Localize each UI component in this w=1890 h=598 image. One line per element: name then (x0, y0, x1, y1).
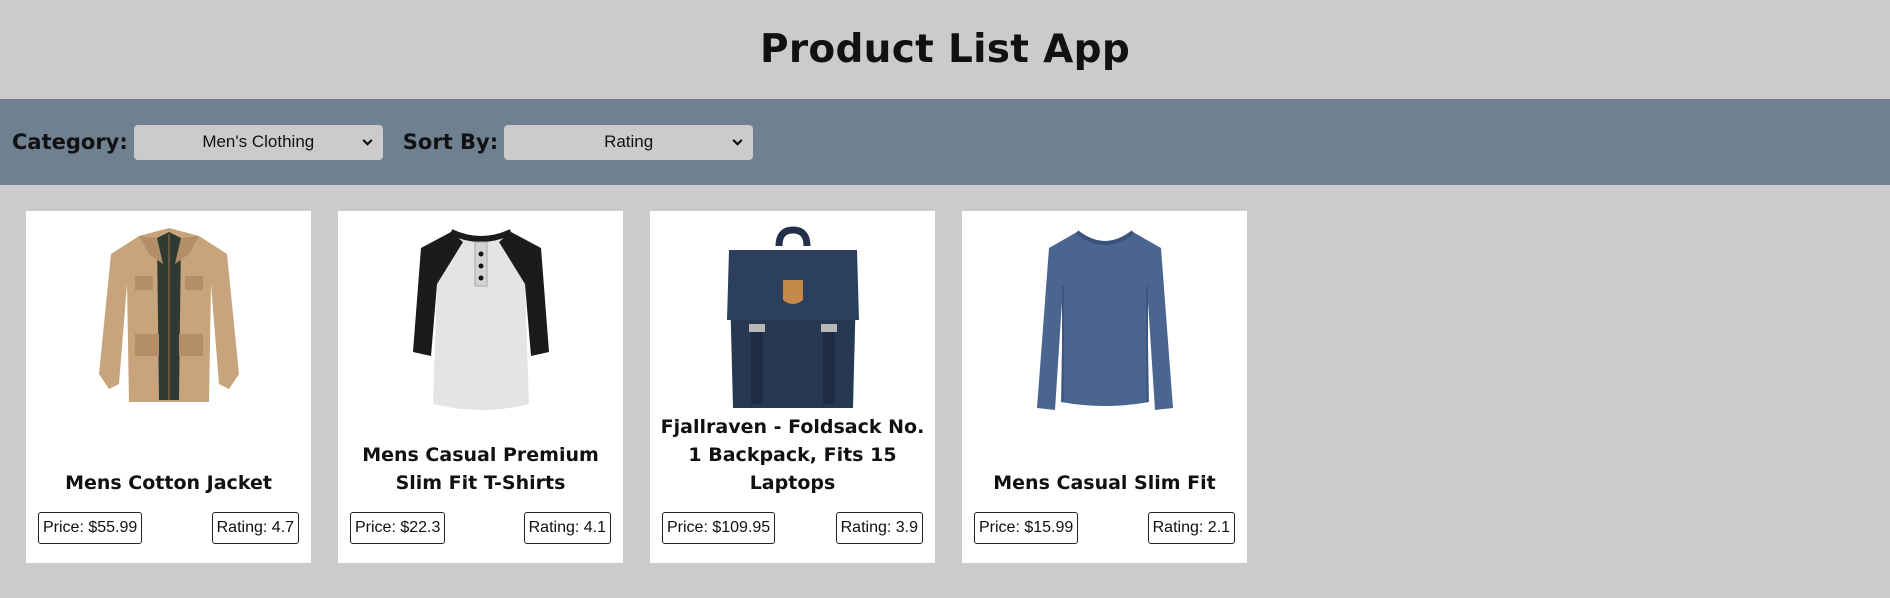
product-rating: Rating: 4.1 (523, 512, 611, 544)
product-title[interactable]: Mens Casual Slim Fit (972, 441, 1237, 497)
product-card[interactable]: Mens Cotton Jacket Price: $55.99 Rating:… (26, 211, 311, 563)
jacket-image (98, 227, 239, 402)
category-select-value: Men's Clothing (202, 132, 315, 151)
product-title[interactable]: Mens Cotton Jacket (36, 441, 301, 497)
page-title: Product List App (759, 27, 1131, 72)
product-card[interactable]: Mens Casual Premium Slim Fit T-Shirts Pr… (338, 211, 623, 563)
long-sleeve-shirt-image (1036, 229, 1173, 410)
product-card[interactable]: Mens Casual Slim Fit Price: $15.99 Ratin… (962, 211, 1247, 563)
product-price: Price: $109.95 (662, 512, 776, 544)
product-price: Price: $15.99 (974, 512, 1079, 544)
product-grid: Mens Cotton Jacket Price: $55.99 Rating:… (0, 185, 1890, 563)
category-select[interactable]: Men's Clothing (133, 124, 383, 160)
product-price: Price: $22.3 (350, 512, 446, 544)
raglan-tshirt-image (412, 228, 549, 410)
product-image (650, 221, 935, 416)
chevron-down-icon (362, 139, 373, 146)
product-rating: Rating: 3.9 (835, 512, 923, 544)
product-title[interactable]: Mens Casual Premium Slim Fit T-Shirts (348, 441, 613, 497)
product-image (338, 221, 623, 416)
sort-select[interactable]: Rating (504, 124, 754, 160)
category-label: Category: (12, 130, 128, 154)
product-card[interactable]: Fjallraven - Foldsack No. 1 Backpack, Fi… (650, 211, 935, 563)
filter-toolbar: Category: Men's Clothing Sort By: Rating (0, 99, 1890, 185)
product-rating: Rating: 4.7 (211, 512, 299, 544)
product-image (26, 221, 311, 416)
app-header: Product List App (0, 0, 1890, 99)
product-title[interactable]: Fjallraven - Foldsack No. 1 Backpack, Fi… (660, 416, 925, 497)
product-rating: Rating: 2.1 (1147, 512, 1235, 544)
product-image (962, 221, 1247, 416)
chevron-down-icon (732, 139, 743, 146)
sort-select-value: Rating (604, 132, 654, 151)
sort-label: Sort By: (402, 130, 499, 154)
product-price: Price: $55.99 (38, 512, 143, 544)
backpack-image (726, 225, 859, 408)
